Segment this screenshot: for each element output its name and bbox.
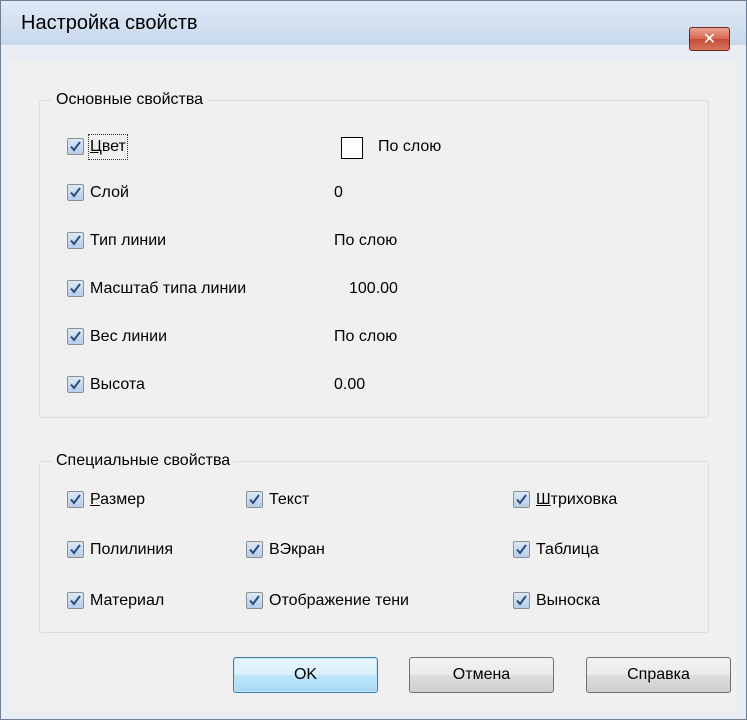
polyline-label: Полилиния [90,541,174,558]
lineweight-value: По слою [334,328,398,345]
checkbox-box[interactable] [67,138,84,155]
text-label: Текст [269,491,310,508]
checkmark-icon [70,283,81,294]
checkbox-box[interactable] [67,592,84,609]
basic-properties-group: Основные свойства [39,90,709,418]
dimension-label: Размер [90,491,145,508]
checkmark-icon [70,187,81,198]
checkbox-box[interactable] [67,280,84,297]
checkbox-box[interactable] [67,232,84,249]
checkmark-icon [249,595,260,606]
ok-button[interactable]: OK [233,657,378,693]
dialog-window: Настройка свойств ✕ Основные свойства Цв… [0,0,747,720]
viewport-label: ВЭкран [269,541,325,558]
color-swatch [341,137,363,159]
checkbox-box[interactable] [513,592,530,609]
checkbox-box[interactable] [513,541,530,558]
linetype-scale-label: Масштаб типа линии [90,280,247,297]
height-value: 0.00 [334,376,366,393]
checkmark-icon [70,235,81,246]
checkmark-icon [516,544,527,555]
checkbox-box[interactable] [67,376,84,393]
checkbox-box[interactable] [67,491,84,508]
checkmark-icon [70,331,81,342]
material-label: Материал [90,592,165,609]
checkbox-box[interactable] [513,491,530,508]
checkmark-icon [70,379,81,390]
leader-label: Выноска [536,592,601,609]
linetype-value: По слою [334,232,398,249]
checkmark-icon [516,595,527,606]
checkmark-icon [249,544,260,555]
lineweight-label: Вес линии [90,328,167,345]
close-button[interactable]: ✕ [689,27,730,51]
layer-label: Слой [90,184,129,201]
checkmark-icon [70,544,81,555]
close-icon: ✕ [702,31,717,48]
window-title: Настройка свойств [21,12,198,34]
checkmark-icon [249,494,260,505]
layer-value: 0 [334,184,343,201]
help-button[interactable]: Справка [586,657,731,693]
checkmark-icon [70,494,81,505]
checkmark-icon [70,141,81,152]
checkbox-box[interactable] [67,328,84,345]
checkbox-box[interactable] [246,541,263,558]
title-bar[interactable]: Настройка свойств [1,1,746,45]
height-label: Высота [90,376,145,393]
linetype-scale-value: 100.00 [349,280,398,297]
checkbox-box[interactable] [246,491,263,508]
checkbox-box[interactable] [67,541,84,558]
cancel-button[interactable]: Отмена [409,657,554,693]
color-value: По слою [378,138,442,155]
linetype-label: Тип линии [90,232,167,249]
checkmark-icon [516,494,527,505]
special-properties-title: Специальные свойства [52,451,235,471]
shadow-display-label: Отображение тени [269,592,409,609]
checkmark-icon [70,595,81,606]
color-label: Цвет [88,134,128,160]
hatch-label: Штриховка [536,491,618,508]
table-label: Таблица [536,541,599,558]
checkbox-box[interactable] [246,592,263,609]
checkbox-box[interactable] [67,184,84,201]
basic-properties-title: Основные свойства [52,90,208,110]
